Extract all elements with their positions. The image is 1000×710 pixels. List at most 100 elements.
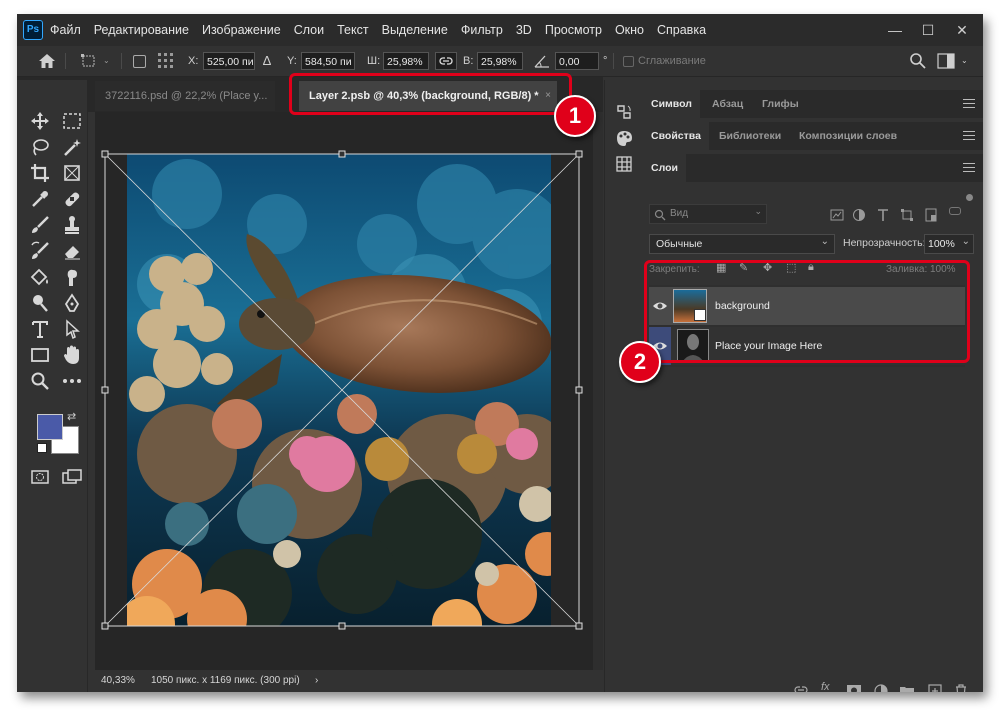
filter-toggle[interactable] xyxy=(949,207,961,215)
filter-pixel-icon[interactable] xyxy=(829,207,845,223)
blend-mode-select[interactable]: Обычные ⌄ xyxy=(649,234,835,254)
highlight-box-tab xyxy=(289,73,572,115)
dropdown-arrow-icon[interactable]: ⌄ xyxy=(103,51,110,71)
link-button[interactable] xyxy=(435,52,457,70)
menu-type[interactable]: Текст xyxy=(337,23,368,37)
default-colors-icon[interactable] xyxy=(37,443,47,453)
tab-character[interactable]: Символ xyxy=(643,90,700,118)
panel-menu-icon[interactable] xyxy=(963,131,975,143)
link-layers-icon[interactable] xyxy=(793,682,809,692)
paint-bucket-icon[interactable] xyxy=(29,266,51,288)
color-panel-icon[interactable] xyxy=(614,128,634,148)
menu-help[interactable]: Справка xyxy=(657,23,706,37)
search-icon[interactable] xyxy=(909,52,927,70)
screen-mode-icon[interactable] xyxy=(61,466,83,488)
move-tool-icon[interactable] xyxy=(29,110,51,132)
marquee-tool-icon[interactable] xyxy=(61,110,83,132)
delta-icon[interactable]: ∆ xyxy=(263,51,271,71)
group-folder-icon[interactable] xyxy=(899,683,915,692)
transform-bounding-box[interactable] xyxy=(95,112,593,670)
menu-layers[interactable]: Слои xyxy=(294,23,324,37)
chevron-down-icon: ⌄ xyxy=(961,236,970,247)
transform-icon[interactable] xyxy=(79,53,99,69)
annotation-badge-1: 1 xyxy=(554,95,596,137)
hand-tool-icon[interactable] xyxy=(61,344,83,366)
eyedropper-icon[interactable] xyxy=(29,188,51,210)
brush-tool-icon[interactable] xyxy=(29,214,51,236)
filter-toggle-knob[interactable] xyxy=(966,194,973,201)
filter-type-icon[interactable] xyxy=(875,207,891,223)
minimize-button[interactable]: — xyxy=(880,14,910,46)
foreground-color-swatch[interactable] xyxy=(37,414,63,440)
history-brush-icon[interactable] xyxy=(29,240,51,262)
crop-tool-icon[interactable] xyxy=(29,162,51,184)
lasso-tool-icon[interactable] xyxy=(29,136,51,158)
menu-file[interactable]: Файл xyxy=(50,23,81,37)
width-field[interactable]: 25,98% xyxy=(383,52,429,70)
workspace-dropdown-icon[interactable]: ⌄ xyxy=(961,51,968,71)
menu-filter[interactable]: Фильтр xyxy=(461,23,503,37)
healing-brush-icon[interactable] xyxy=(61,188,83,210)
close-window-button[interactable]: ✕ xyxy=(947,14,977,46)
menu-window[interactable]: Окно xyxy=(615,23,644,37)
x-field[interactable]: 525,00 пи xyxy=(203,52,255,70)
adjustment-layer-icon[interactable] xyxy=(873,683,889,692)
tab-layer-comps[interactable]: Композиции слоев xyxy=(799,122,897,150)
zoom-tool-icon[interactable] xyxy=(29,370,51,392)
menu-3d[interactable]: 3D xyxy=(516,23,532,37)
new-layer-icon[interactable] xyxy=(927,683,943,692)
y-field[interactable]: 584,50 пи xyxy=(301,52,355,70)
history-panel-icon[interactable] xyxy=(614,102,634,122)
path-selection-icon[interactable] xyxy=(61,318,83,340)
opacity-field[interactable]: 100% ⌄ xyxy=(924,234,974,254)
menu-select[interactable]: Выделение xyxy=(382,23,448,37)
tab-3722116-psd[interactable]: 3722116.psd @ 22,2% (Place y... xyxy=(95,81,275,111)
filter-smart-object-icon[interactable] xyxy=(923,207,939,223)
workspace-icon[interactable] xyxy=(937,53,955,69)
filter-adjustment-icon[interactable] xyxy=(851,207,867,223)
angle-field[interactable]: 0,00 xyxy=(555,52,599,70)
type-tool-icon[interactable] xyxy=(29,318,51,340)
menu-image[interactable]: Изображение xyxy=(202,23,281,37)
filter-shape-icon[interactable] xyxy=(899,207,915,223)
menu-edit[interactable]: Редактирование xyxy=(94,23,189,37)
magic-wand-icon[interactable] xyxy=(61,136,83,158)
add-mask-icon[interactable] xyxy=(846,683,862,692)
panel-menu-icon[interactable] xyxy=(963,99,975,111)
quick-mask-icon[interactable] xyxy=(29,466,51,488)
highlight-box-layers xyxy=(644,260,970,363)
reference-point-checkbox[interactable] xyxy=(133,55,146,68)
menu-view[interactable]: Просмотр xyxy=(545,23,602,37)
reference-point-grid-icon[interactable] xyxy=(157,52,175,70)
maximize-button[interactable]: ☐ xyxy=(913,14,943,46)
tab-libraries[interactable]: Библиотеки xyxy=(719,122,781,150)
eraser-tool-icon[interactable] xyxy=(61,240,83,262)
dodge-tool-icon[interactable] xyxy=(29,292,51,314)
rectangle-tool-icon[interactable] xyxy=(29,344,51,366)
zoom-level[interactable]: 40,33% xyxy=(101,670,135,692)
frame-tool-icon[interactable] xyxy=(61,162,83,184)
blend-mode-value: Обычные xyxy=(656,238,703,250)
panel-menu-icon[interactable] xyxy=(963,163,975,175)
stamp-tool-icon[interactable] xyxy=(61,214,83,236)
tab-glyphs[interactable]: Глифы xyxy=(762,90,799,118)
tab-paragraph[interactable]: Абзац xyxy=(712,90,743,118)
layer-style-icon[interactable]: fx xyxy=(821,681,830,692)
delete-layer-icon[interactable] xyxy=(953,683,969,692)
more-tools-icon[interactable] xyxy=(61,370,83,392)
pen-tool-icon[interactable] xyxy=(61,292,83,314)
canvas-area[interactable] xyxy=(95,112,593,670)
type-panel-header: Символ Абзац Глифы xyxy=(643,90,983,118)
smudge-tool-icon[interactable] xyxy=(61,266,83,288)
tab-layers[interactable]: Слои xyxy=(643,154,686,182)
status-menu-arrow[interactable]: › xyxy=(315,670,318,692)
smoothing-checkbox[interactable] xyxy=(623,56,634,67)
swatches-panel-icon[interactable] xyxy=(614,154,634,174)
layer-filter-dropdown[interactable]: Вид ⌄ xyxy=(649,204,767,224)
tab-properties[interactable]: Свойства xyxy=(643,122,709,150)
vertical-scrollbar[interactable] xyxy=(593,112,603,670)
height-field[interactable]: 25,98% xyxy=(477,52,523,70)
home-icon[interactable] xyxy=(37,52,57,70)
swap-colors-icon[interactable]: ⇄ xyxy=(67,410,76,423)
link-icon xyxy=(439,57,453,65)
